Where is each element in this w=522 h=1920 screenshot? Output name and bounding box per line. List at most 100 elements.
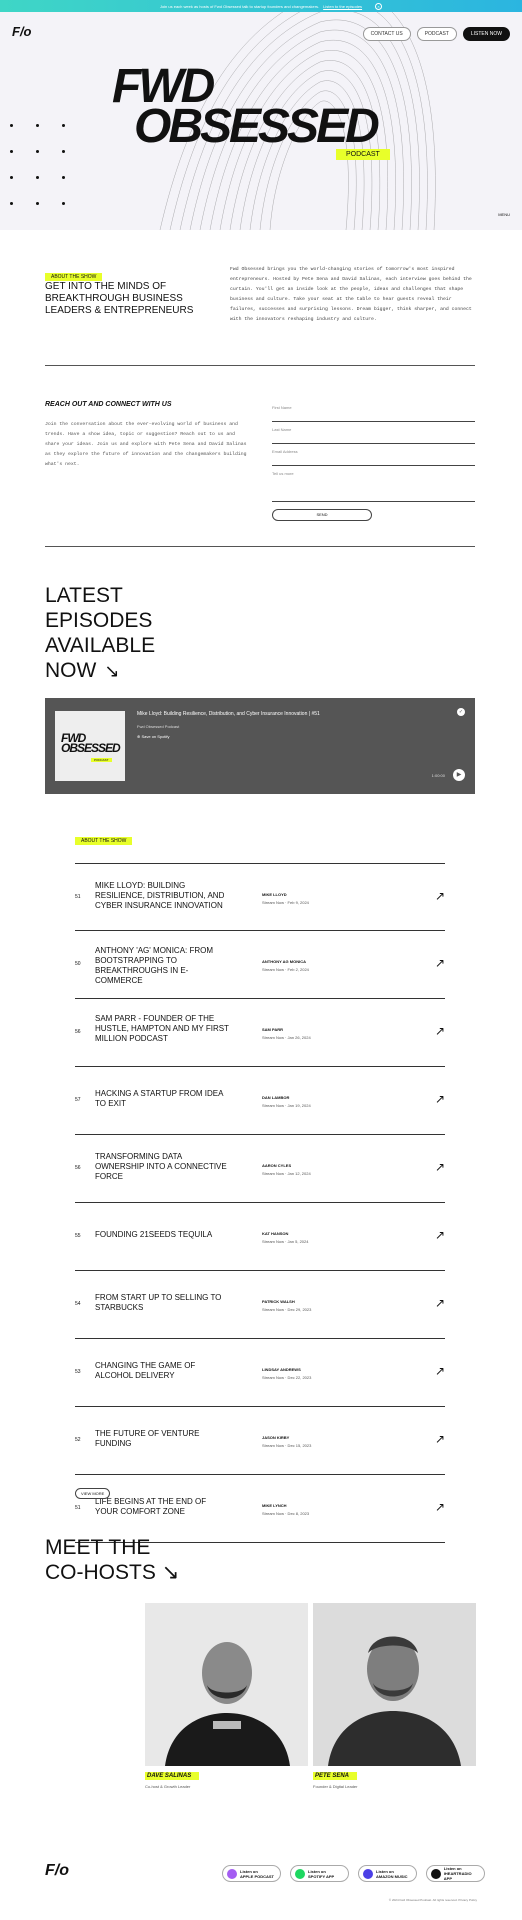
hero-title: FWD OBSESSED: [112, 63, 380, 151]
spotify-icon[interactable]: ✓: [457, 708, 465, 716]
episode-guest: PATRICK WALSH: [262, 1299, 295, 1304]
arrow-up-right-icon[interactable]: ↗: [435, 1364, 445, 1378]
arrow-up-right-icon[interactable]: ↗: [435, 1160, 445, 1174]
episode-guest: JASON KIRBY: [262, 1435, 290, 1440]
spotify-badge[interactable]: Listen on SPOTIFY APP: [290, 1865, 349, 1882]
iheartradio-icon: [431, 1868, 441, 1879]
meet-line1: MEET THE: [45, 1536, 151, 1559]
about-section: ABOUT THE SHOW GET INTO THE MINDS OF BRE…: [45, 265, 475, 322]
episode-title: Transforming Data Ownership Into a Conne…: [95, 1152, 227, 1181]
show-tag: ABOUT THE SHOW: [75, 829, 133, 847]
contact-heading: REACH OUT AND CONNECT WITH US: [45, 401, 172, 408]
latest-line2: EPISODES: [45, 609, 153, 632]
apple-podcast-badge[interactable]: Listen on APPLE PODCAST: [222, 1865, 281, 1882]
apple-podcast-icon: [227, 1868, 237, 1879]
episode-number: 56: [75, 1029, 81, 1035]
spotify-player[interactable]: FWD OBSESSED PODCAST Mike Lloyd: Building…: [45, 698, 475, 794]
arrow-down-right-icon: ↘: [104, 661, 120, 681]
cover-tag: PODCAST: [91, 758, 112, 762]
arrow-up-right-icon[interactable]: ↗: [435, 956, 445, 970]
episode-title: Mike Lloyd: Building Resilience, Distrib…: [95, 881, 225, 910]
arrow-up-right-icon[interactable]: ↗: [435, 1228, 445, 1242]
meet-line2: CO-HOSTS: [45, 1561, 156, 1584]
episode-date: Stream Now · Dec 8, 2023: [262, 1511, 310, 1516]
episode-number: 51: [75, 894, 81, 900]
table-row[interactable]: 56 Sam Parr - Founder of the Hustle, Hamp…: [75, 999, 445, 1067]
footer-logo[interactable]: F/o: [45, 1862, 69, 1880]
latest-episodes-heading: LATEST EPISODES AVAILABLE NOW ↘: [45, 583, 155, 684]
contact-body: Join the conversation about the ever-evo…: [45, 422, 247, 467]
episode-guest: KAT HANSON: [262, 1231, 289, 1236]
episode-guest: MIKE LYNCH: [262, 1503, 287, 1508]
table-row[interactable]: 56 Transforming Data Ownership Into a Con…: [75, 1135, 445, 1203]
arrow-up-right-icon[interactable]: ↗: [435, 1092, 445, 1106]
spotify-icon: [295, 1868, 305, 1879]
brand-logo[interactable]: F/o: [12, 24, 32, 39]
arrow-up-right-icon[interactable]: ↗: [435, 889, 445, 903]
last-name-field[interactable]: Last Name: [272, 422, 475, 444]
episode-title: Hacking a Startup from Idea to Exit: [95, 1089, 224, 1108]
player-episode-title[interactable]: Mike Lloyd: Building Resilience, Distrib…: [137, 711, 320, 717]
message-field[interactable]: Tell us more: [272, 466, 475, 502]
contact-us-button[interactable]: CONTACT US: [362, 27, 411, 41]
table-row[interactable]: 57 Hacking a Startup from Idea to Exit DAN…: [75, 1067, 445, 1135]
arrow-up-right-icon[interactable]: ↗: [435, 1500, 445, 1514]
episode-date: Stream Now · Dec 22, 2023: [262, 1375, 312, 1380]
table-row[interactable]: 53 Changing the Game of Alcohol Delivery L…: [75, 1339, 445, 1407]
player-show-name[interactable]: Fwd Obsessed Podcast: [137, 724, 179, 729]
episode-number: 51: [75, 1505, 81, 1511]
table-row[interactable]: 52 The Future of Venture Funding JASON KIR…: [75, 1407, 445, 1475]
latest-line4: NOW: [45, 659, 97, 682]
about-tag: ABOUT THE SHOW: [45, 273, 103, 281]
listen-badges: Listen on APPLE PODCAST Listen on SPOTIFY …: [222, 1865, 485, 1882]
episode-title: Life Begins at the End of Your Comfort Z…: [95, 1497, 207, 1516]
episode-date: Stream Now · Feb 9, 2024: [262, 900, 309, 905]
arrow-up-right-icon[interactable]: ↗: [435, 1024, 445, 1038]
episode-guest: MIKE LLOYD: [262, 892, 287, 897]
episode-number: 56: [75, 1165, 81, 1171]
save-on-spotify-link[interactable]: ⊕ Save on Spotify: [137, 734, 170, 739]
listen-now-button[interactable]: LISTEN NOW: [462, 27, 510, 41]
divider: [45, 546, 475, 547]
close-icon[interactable]: ×: [375, 3, 382, 10]
host-name: DAVE SALINAS: [145, 1772, 200, 1780]
player-duration: 1:00:00: [431, 773, 445, 778]
episode-number: 53: [75, 1369, 81, 1375]
email-field[interactable]: Email Address: [272, 444, 475, 466]
hero-section: F/o CONTACT US PODCAST LISTEN NOW FWD OB…: [0, 12, 522, 230]
dot-grid-decoration: [10, 124, 70, 224]
iheartradio-badge[interactable]: Listen on IHEARTRADIO APP: [426, 1865, 485, 1882]
menu-button[interactable]: MENU: [498, 212, 510, 217]
amazon-music-icon: [363, 1868, 373, 1879]
arrow-up-right-icon[interactable]: ↗: [435, 1296, 445, 1310]
table-row[interactable]: 50 Anthony 'AG' Monica: From Bootstrappin…: [75, 931, 445, 999]
episode-guest: DAN LAMBOR: [262, 1095, 290, 1100]
episode-number: 55: [75, 1233, 81, 1239]
episode-title: From Start Up to Selling to Starbucks: [95, 1293, 222, 1312]
podcast-tag: PODCAST: [336, 149, 390, 160]
table-row[interactable]: 51 Life Begins at the End of Your Comfort…: [75, 1475, 445, 1543]
arrow-up-right-icon[interactable]: ↗: [435, 1432, 445, 1446]
table-row[interactable]: 54 From Start Up to Selling to Starbucks P…: [75, 1271, 445, 1339]
send-button[interactable]: SEND: [272, 509, 372, 521]
table-row[interactable]: 55 Founding 21Seeds Tequila KAT HANSON Stre…: [75, 1203, 445, 1271]
banner-link[interactable]: Listen to the episodes: [323, 4, 362, 9]
first-name-field[interactable]: First Name: [272, 400, 475, 422]
episode-list: 51 Mike Lloyd: Building Resilience, Distr…: [75, 863, 445, 1543]
episode-date: Stream Now · Dec 15, 2023: [262, 1443, 312, 1448]
episode-title: Changing the Game of Alcohol Delivery: [95, 1361, 196, 1380]
podcast-button[interactable]: PODCAST: [416, 27, 457, 41]
host-photo-pete: [313, 1603, 476, 1766]
episode-date: Stream Now · Jan 26, 2024: [262, 1035, 311, 1040]
amazon-music-badge[interactable]: Listen on AMAZON MUSIC: [358, 1865, 417, 1882]
play-icon[interactable]: ▶: [453, 769, 465, 781]
table-row[interactable]: 51 Mike Lloyd: Building Resilience, Distr…: [75, 863, 445, 931]
episode-number: 52: [75, 1437, 81, 1443]
host-name: PETE SENA: [313, 1772, 358, 1780]
latest-line1: LATEST: [45, 584, 123, 607]
episode-date: Stream Now · Jan 12, 2024: [262, 1171, 311, 1176]
announcement-banner: Join us each week as hosts of Fwd Obsess…: [0, 0, 522, 12]
view-more-button[interactable]: VIEW MORE: [75, 1488, 111, 1499]
episode-number: 54: [75, 1301, 81, 1307]
episode-guest: AARON CYLES: [262, 1163, 292, 1168]
